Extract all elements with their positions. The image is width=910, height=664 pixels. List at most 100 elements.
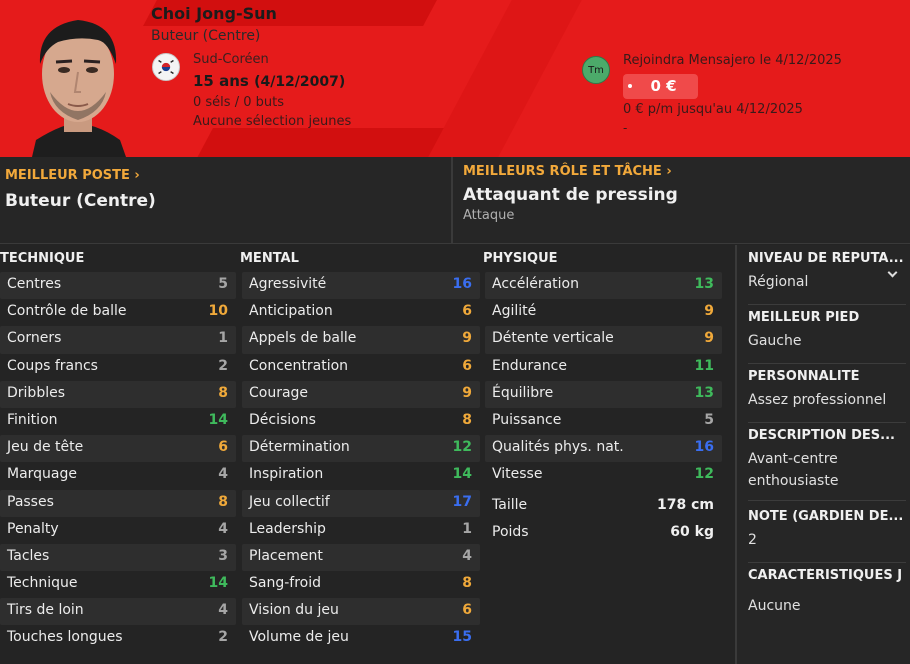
attribute-row[interactable]: Marquage 4: [0, 462, 236, 489]
attribute-row[interactable]: Équilibre 13: [485, 380, 722, 408]
attribute-value: 11: [694, 357, 714, 374]
attribute-value: 2: [218, 357, 228, 374]
price-tag-icon: [628, 84, 632, 88]
attribute-row[interactable]: Finition 14: [0, 408, 236, 435]
attribute-value: 12: [694, 466, 714, 483]
preferred-foot-label: MEILLEUR PIED: [748, 310, 860, 325]
reputation-section[interactable]: NIVEAU DE RÉPUTA... Régional: [748, 251, 906, 305]
attribute-row[interactable]: Tirs de loin 4: [0, 598, 236, 626]
best-role-link[interactable]: MEILLEURS RÔLE ET TÂCHE ›: [463, 164, 672, 179]
attribute-row[interactable]: Puissance 5: [485, 408, 722, 435]
attribute-row[interactable]: Dribbles 8: [0, 380, 236, 408]
attribute-label: Tirs de loin: [7, 602, 84, 619]
attribute-label: Penalty: [7, 520, 59, 537]
height-label: Taille: [492, 497, 528, 513]
attribute-row[interactable]: Technique 14: [0, 571, 236, 598]
attribute-row[interactable]: Détente verticale 9: [485, 326, 722, 354]
attribute-row[interactable]: Accélération 13: [485, 272, 722, 300]
best-role-value: Attaquant de pressing: [463, 185, 678, 205]
attribute-label: Décisions: [249, 411, 316, 428]
attribute-value: 14: [452, 466, 472, 483]
attribute-label: Contrôle de balle: [7, 303, 127, 320]
band-divider: [451, 157, 453, 244]
traits-label: CARACTÉRISTIQUES J: [748, 568, 903, 583]
attribute-row[interactable]: Sang-froid 8: [242, 571, 480, 598]
role-band: MEILLEUR POSTE › Buteur (Centre) MEILLEU…: [0, 157, 910, 244]
attribute-label: Qualités phys. nat.: [492, 439, 624, 456]
attribute-value: 17: [452, 493, 472, 510]
description-section: DESCRIPTION DES... Avant-centre enthousi…: [748, 428, 906, 501]
attribute-label: Équilibre: [492, 384, 554, 401]
attribute-value: 6: [462, 602, 472, 619]
weight-value: 60 kg: [670, 524, 714, 540]
attribute-row[interactable]: Jeu de tête 6: [0, 435, 236, 463]
attribute-label: Vitesse: [492, 466, 543, 483]
transfer-fee: 0 €: [650, 77, 677, 95]
attribute-row[interactable]: Inspiration 14: [242, 462, 480, 489]
attribute-row[interactable]: Centres 5: [0, 272, 236, 300]
date-of-birth: (4/12/2007): [254, 74, 346, 90]
chevron-right-icon: ›: [129, 168, 140, 183]
attribute-row[interactable]: Placement 4: [242, 543, 480, 572]
traits-value: Aucune: [748, 598, 801, 614]
player-header: Choi Jong-Sun Buteur (Centre) Sud-Coréen…: [0, 0, 910, 157]
transfer-note[interactable]: Rejoindra Mensajero le 4/12/2025: [623, 53, 842, 68]
attribute-row[interactable]: Passes 8: [0, 489, 236, 517]
player-name[interactable]: Choi Jong-Sun: [151, 4, 277, 23]
attribute-row[interactable]: Vitesse 12: [485, 462, 722, 489]
weight-label: Poids: [492, 524, 529, 540]
attribute-value: 6: [462, 303, 472, 320]
attribute-row[interactable]: Jeu collectif 17: [242, 489, 480, 517]
attribute-row[interactable]: Touches longues 2: [0, 625, 236, 652]
attribute-row[interactable]: Anticipation 6: [242, 299, 480, 326]
header-stripe: [428, 0, 582, 157]
physique-title: PHYSIQUE: [483, 251, 558, 266]
info-sidebar: NIVEAU DE RÉPUTA... Régional MEILLEUR PI…: [735, 245, 910, 664]
attribute-row[interactable]: Coups francs 2: [0, 354, 236, 381]
attribute-row[interactable]: Qualités phys. nat. 16: [485, 435, 722, 463]
attribute-value: 16: [452, 276, 472, 292]
attribute-label: Accélération: [492, 276, 579, 292]
attribute-row[interactable]: Agressivité 16: [242, 272, 480, 300]
attribute-row[interactable]: Corners 1: [0, 326, 236, 354]
transfer-fee-tag[interactable]: 0 €: [623, 74, 698, 99]
contract-extra: -: [623, 121, 628, 135]
attribute-value: 5: [218, 276, 228, 292]
weight-row: Poids 60 kg: [482, 520, 722, 547]
attribute-row[interactable]: Courage 9: [242, 380, 480, 408]
attribute-row[interactable]: Penalty 4: [0, 517, 236, 544]
attribute-row[interactable]: Décisions 8: [242, 408, 480, 435]
attribute-label: Inspiration: [249, 466, 324, 483]
attribute-row[interactable]: Vision du jeu 6: [242, 598, 480, 626]
attribute-row[interactable]: Endurance 11: [485, 354, 722, 381]
attribute-value: 10: [208, 303, 228, 320]
attribute-label: Vision du jeu: [249, 602, 339, 619]
club-badge-icon[interactable]: Tm: [582, 56, 610, 84]
best-role-label: MEILLEURS RÔLE ET TÂCHE: [463, 164, 662, 179]
attribute-label: Jeu collectif: [249, 493, 330, 510]
technique-attributes: Centres 5 Contrôle de balle 10 Corners 1 Coups…: [0, 272, 236, 653]
attribute-label: Passes: [7, 493, 54, 510]
attribute-label: Tacles: [7, 547, 50, 564]
attribute-row[interactable]: Contrôle de balle 10: [0, 299, 236, 326]
best-position-link[interactable]: MEILLEUR POSTE ›: [5, 168, 140, 183]
description-label: DESCRIPTION DES...: [748, 428, 895, 443]
nationality[interactable]: Sud-Coréen: [193, 52, 269, 67]
personality-label: PERSONNALITÉ: [748, 369, 860, 384]
attribute-row[interactable]: Appels de balle 9: [242, 326, 480, 354]
attribute-row[interactable]: Leadership 1: [242, 517, 480, 544]
attribute-row[interactable]: Tacles 3: [0, 543, 236, 572]
attribute-row[interactable]: Détermination 12: [242, 435, 480, 463]
attribute-value: 2: [218, 629, 228, 646]
attribute-row[interactable]: Concentration 6: [242, 354, 480, 381]
gk-rating-value: 2: [748, 532, 757, 548]
attribute-row[interactable]: Agilité 9: [485, 299, 722, 326]
attribute-row[interactable]: Volume de jeu 15: [242, 625, 480, 652]
attribute-label: Appels de balle: [249, 330, 357, 347]
attribute-value: 13: [694, 276, 714, 292]
attribute-value: 8: [218, 493, 228, 510]
attribute-value: 14: [208, 575, 228, 592]
attribute-value: 12: [452, 439, 472, 456]
mental-attributes: Agressivité 16 Anticipation 6 Appels de ball…: [242, 272, 480, 653]
attribute-label: Courage: [249, 384, 309, 401]
